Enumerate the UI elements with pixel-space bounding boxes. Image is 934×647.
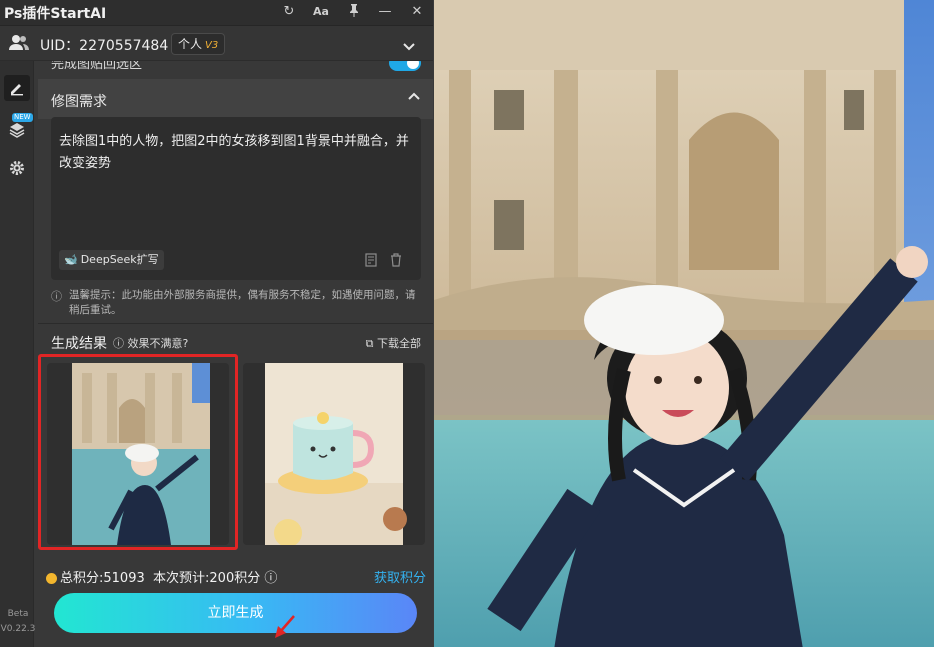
- info-icon: ⓘ: [264, 571, 278, 586]
- startai-plugin-panel: Ps插件StartAI ↻ Aa — ✕ UID：2270557484 个人 V3…: [0, 0, 433, 647]
- deepseek-whale-icon: 🐋: [64, 253, 78, 266]
- paste-back-setting: 完成图贴回选区: [38, 61, 433, 76]
- font-size-icon[interactable]: Aa: [311, 3, 331, 21]
- estimated-points: 本次预计:200积分: [153, 571, 261, 586]
- pin-icon[interactable]: [344, 3, 364, 21]
- coin-icon: [46, 573, 57, 584]
- account-type-badge: 个人 V3: [171, 33, 226, 55]
- result-thumbnail-2[interactable]: [243, 363, 425, 545]
- new-badge: NEW: [12, 113, 33, 122]
- deepseek-expand-button[interactable]: 🐋 DeepSeek扩写: [59, 250, 164, 270]
- photoshop-canvas-image: [434, 0, 934, 647]
- red-arrow-annotation: [275, 615, 295, 638]
- account-type-label: 个人: [178, 37, 203, 51]
- chevron-up-icon[interactable]: [407, 89, 421, 105]
- download-all-button[interactable]: ⧉ 下载全部: [366, 335, 421, 351]
- download-all-label: 下载全部: [377, 337, 421, 350]
- level-badge: V3: [205, 40, 219, 51]
- get-points-link[interactable]: 获取积分: [374, 567, 426, 586]
- close-icon[interactable]: ✕: [407, 3, 427, 21]
- refresh-icon[interactable]: ↻: [279, 3, 299, 21]
- paste-back-toggle[interactable]: [389, 61, 421, 71]
- divider: [38, 323, 433, 324]
- info-icon: ⓘ: [51, 290, 62, 303]
- uid-label: UID：2270557484: [40, 38, 169, 54]
- gear-icon[interactable]: [4, 155, 30, 181]
- minimize-icon[interactable]: —: [375, 3, 395, 21]
- feedback-label: 效果不满意?: [127, 337, 189, 350]
- generate-button[interactable]: 立即生成: [54, 593, 417, 633]
- version-label: V0.22.3: [0, 624, 36, 634]
- edit-tool-button[interactable]: [4, 75, 30, 101]
- results-header: 生成结果 ⓘ 效果不满意? ⧉ 下载全部: [51, 333, 421, 353]
- prompt-template-icon[interactable]: [363, 253, 381, 269]
- prompt-text[interactable]: 去除图1中的人物，把图2中的女孩移到图1背景中并融合，并改变姿势: [59, 131, 411, 175]
- trevi-fountain-girl-photo: [434, 0, 934, 647]
- prompt-textarea[interactable]: 去除图1中的人物，把图2中的女孩移到图1背景中并融合，并改变姿势 🐋 DeepSe…: [51, 117, 421, 280]
- title-bar: Ps插件StartAI ↻ Aa — ✕: [0, 0, 433, 26]
- results-title: 生成结果: [51, 336, 107, 352]
- edit-requirement-header[interactable]: 修图需求: [38, 79, 433, 119]
- paste-back-label: 完成图贴回选区: [51, 61, 143, 72]
- selected-result-highlight: [38, 354, 238, 550]
- points-bar: 总积分:51093 本次预计:200积分 ⓘ 获取积分: [46, 567, 426, 586]
- trash-icon[interactable]: [387, 253, 405, 269]
- service-tip: ⓘ 温馨提示：此功能由外部服务商提供，偶有服务不稳定，如遇使用问题，请稍后重试。: [51, 288, 423, 318]
- feedback-link[interactable]: ⓘ 效果不满意?: [113, 335, 188, 351]
- sidebar: NEW Beta V0.22.3: [0, 61, 36, 647]
- user-bar: UID：2270557484 个人 V3: [0, 26, 433, 61]
- beta-label: Beta: [7, 609, 29, 619]
- deepseek-label: DeepSeek扩写: [80, 253, 159, 266]
- total-points: 总积分:51093: [60, 571, 145, 586]
- app-title: Ps插件StartAI: [4, 6, 107, 22]
- main-content: 完成图贴回选区 修图需求 去除图1中的人物，把图2中的女孩移到图1背景中并融合，…: [38, 61, 433, 647]
- section-title: 修图需求: [51, 94, 107, 110]
- users-icon[interactable]: [9, 34, 29, 55]
- mug-thumbnail: [265, 363, 407, 545]
- chevron-down-icon[interactable]: [402, 37, 416, 56]
- tip-text: 温馨提示：此功能由外部服务商提供，偶有服务不稳定，如遇使用问题，请稍后重试。: [69, 289, 416, 316]
